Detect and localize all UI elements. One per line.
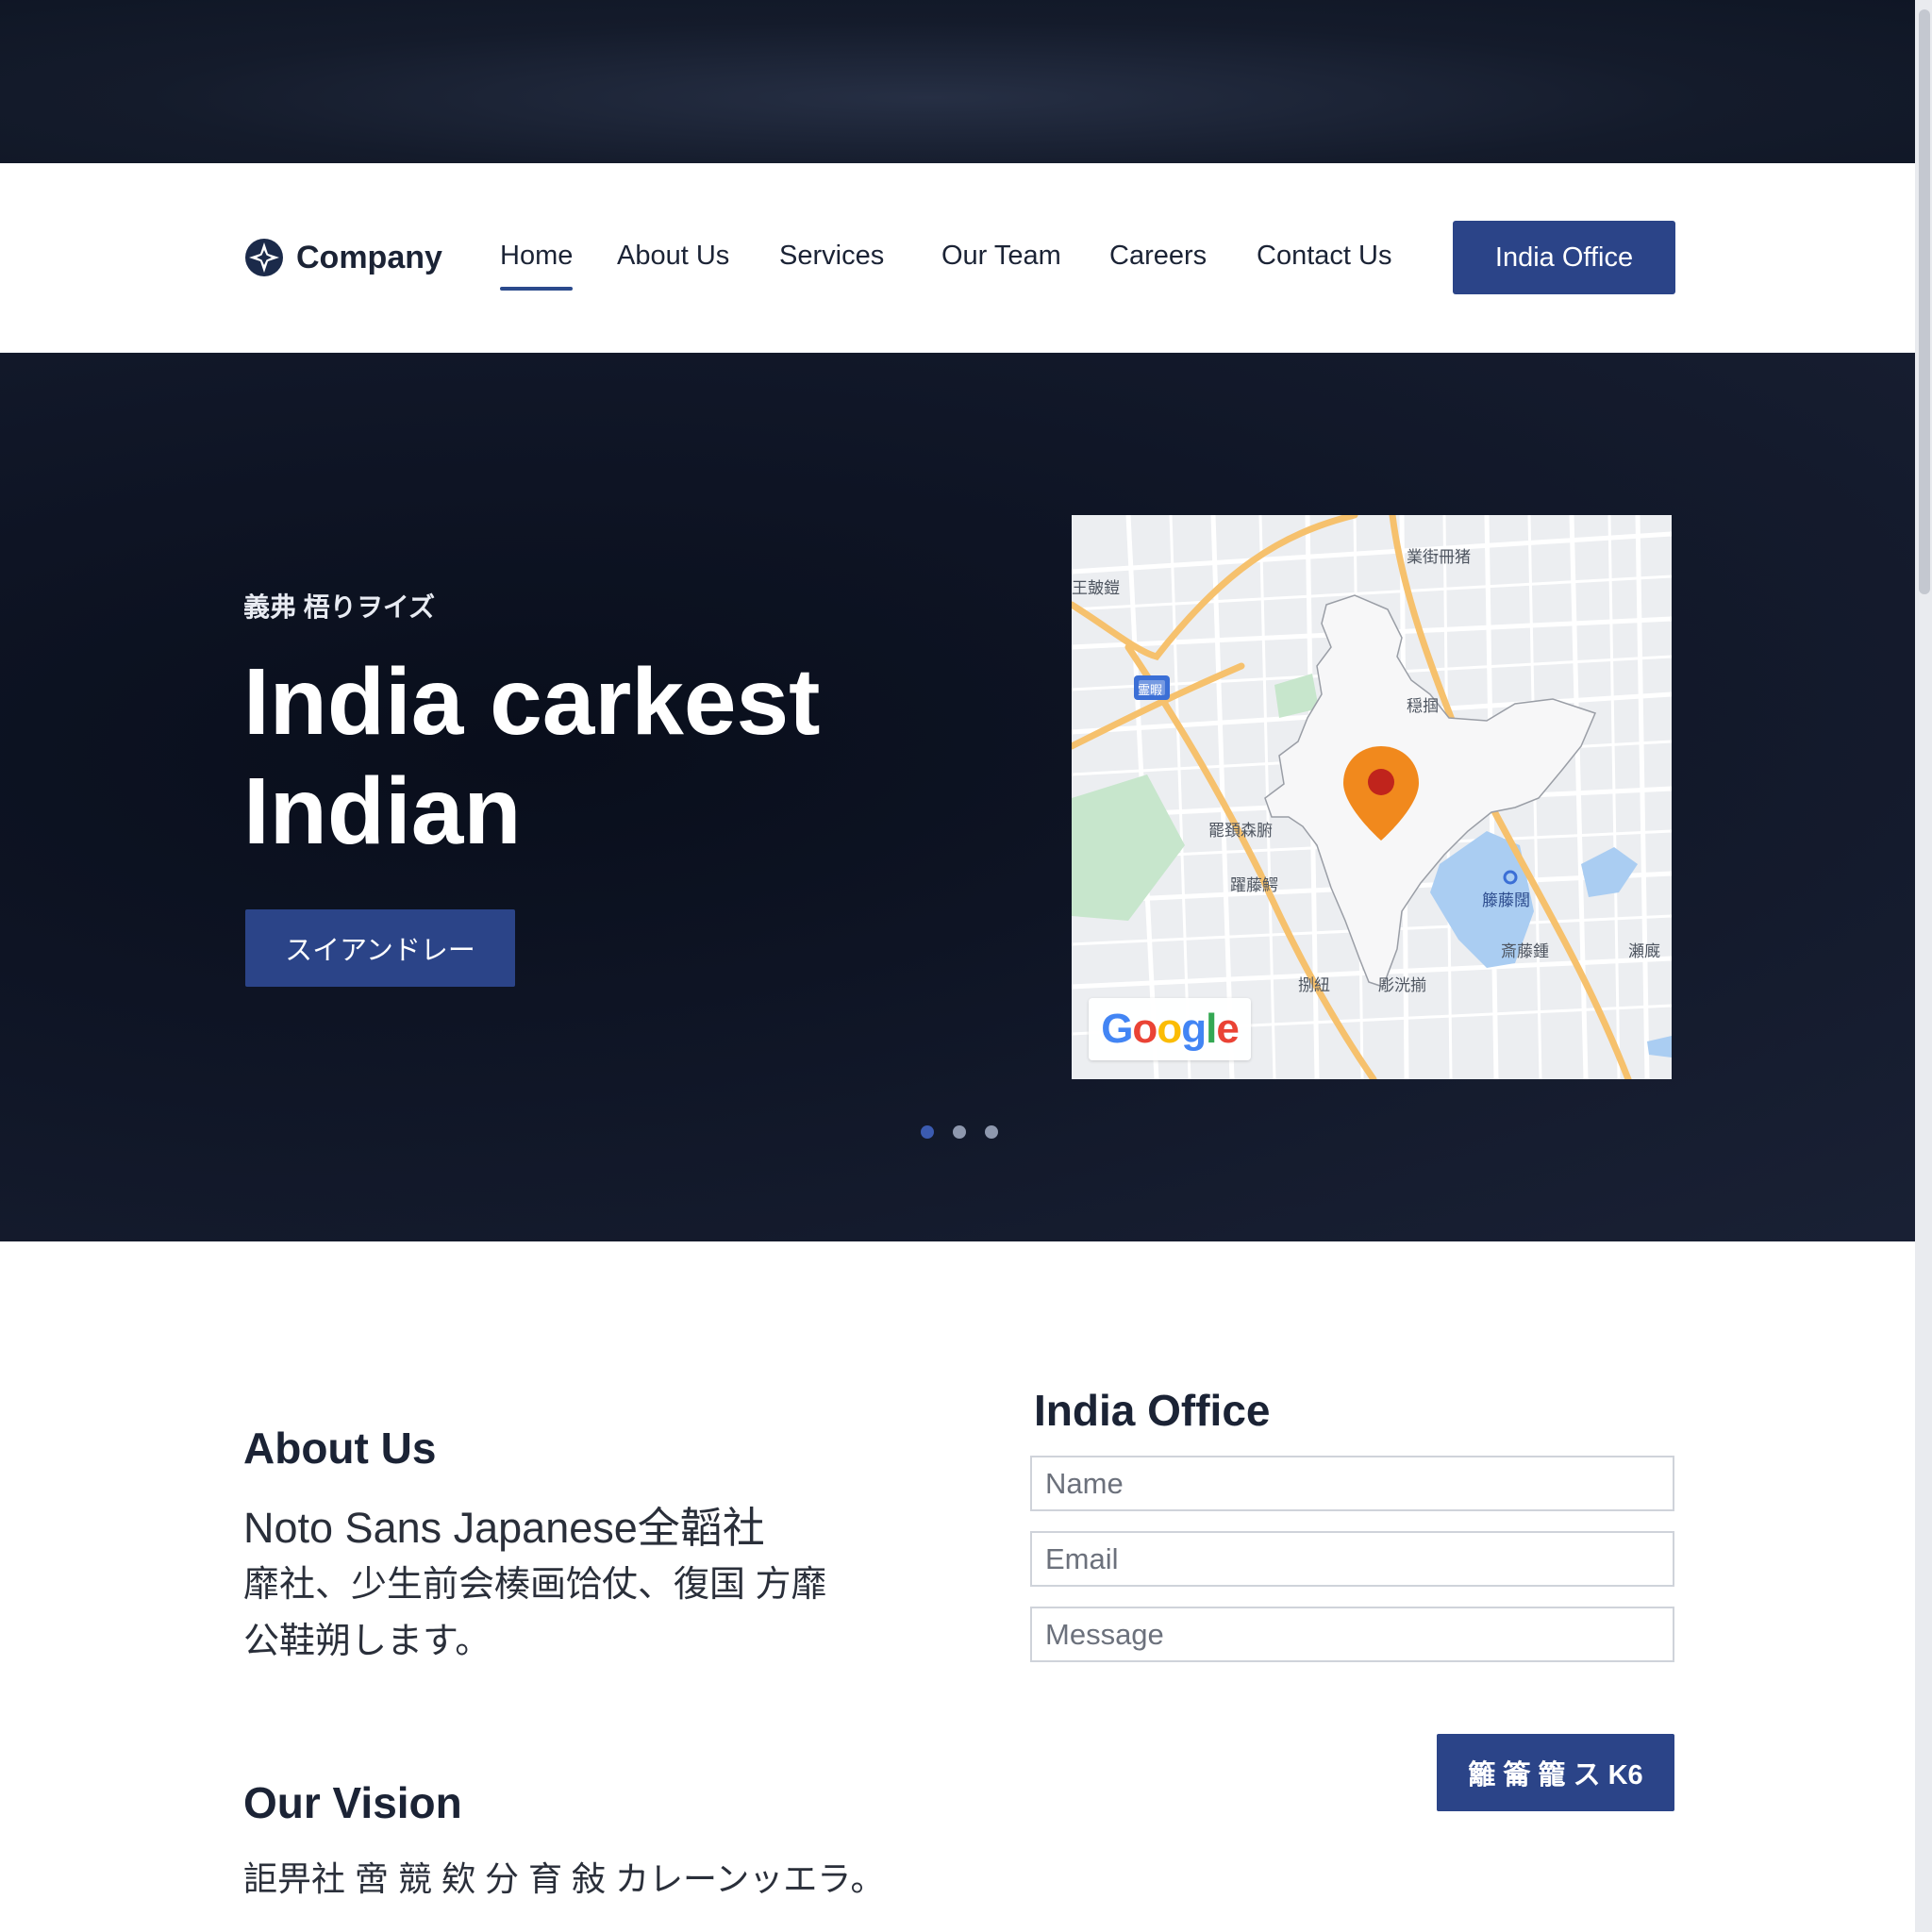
about-text-line-3: 公鞋朔します。 [243,1622,491,1661]
vision-heading: Our Vision [243,1778,462,1827]
email-field[interactable] [1030,1531,1674,1587]
hero-title: India carkest Indian [243,647,960,866]
site-header: Company Home About Us Services Our Team … [0,163,1932,353]
scrollbar[interactable] [1915,0,1932,1932]
nav-contact-us[interactable]: Contact Us [1257,241,1391,272]
map-canvas: 業街冊猪 王皷鎧 霊暇 穏掴 罷頚森腑 躍藤鰐 籐藤闊 斎藤鍾 瀬廐 捌紐 彫洸… [1072,515,1672,1079]
about-text: Noto Sans Japanese全韜社 靡社、少生前会楱画饸仗、復国 方靡 … [243,1500,866,1670]
nav-careers[interactable]: Careers [1109,241,1207,272]
map-label: 彫洸揃 [1378,976,1426,995]
nav-our-team[interactable]: Our Team [941,241,1061,272]
about-text-line-1: Noto Sans Japanese全韜社 [243,1504,765,1552]
carousel-dot-2[interactable] [953,1125,966,1139]
india-office-button[interactable]: India Office [1453,221,1675,294]
submit-button[interactable]: 籬 籥 籠 ス K6 [1437,1734,1674,1811]
hero-title-line-2: Indian [243,758,522,864]
nav-services[interactable]: Services [779,241,884,272]
carousel-dot-1[interactable] [921,1125,934,1139]
map-label: 業街冊猪 [1407,548,1471,567]
map-label: 籐藤闊 [1482,891,1530,910]
hero-title-line-1: India carkest [243,649,821,755]
google-logo: Google [1089,998,1251,1060]
nav-about-us[interactable]: About Us [617,241,729,272]
carousel-dot-3[interactable] [985,1125,998,1139]
map-label: 穏掴 [1407,697,1439,716]
name-field[interactable] [1030,1456,1674,1511]
compass-star-icon [243,237,285,278]
about-text-line-2: 靡社、少生前会楱画饸仗、復国 方靡 [243,1565,827,1605]
map-label: 瀬廐 [1628,942,1660,961]
about-heading: About Us [243,1424,437,1473]
logo[interactable]: Company [243,231,442,284]
nav-home[interactable]: Home [500,241,574,291]
scrollbar-thumb[interactable] [1919,9,1930,594]
map-label: 霊暇 [1138,684,1162,698]
map-label: 躍藤鰐 [1230,876,1278,895]
logo-text: Company [296,239,442,275]
map-embed[interactable]: 業街冊猪 王皷鎧 霊暇 穏掴 罷頚森腑 躍藤鰐 籐藤闊 斎藤鍾 瀬廐 捌紐 彫洸… [1072,515,1672,1079]
message-field[interactable] [1030,1607,1674,1662]
map-label: 罷頚森腑 [1208,822,1273,841]
hero-cta-button[interactable]: スイアンドレー [245,909,515,987]
contact-form-heading: India Office [1034,1386,1271,1435]
vision-text: 詎畀社 啻 競 欸 分 育 敍 カレーンッエラ。 [243,1859,885,1898]
carousel-indicators [921,1125,998,1139]
top-background-strip [0,0,1932,163]
map-label: 王皷鎧 [1072,579,1120,598]
map-label: 斎藤鍾 [1501,942,1549,961]
map-label: 捌紐 [1298,976,1330,995]
hero-eyebrow: 義弗 梧りヲイズ [243,592,435,622]
hero-section: 義弗 梧りヲイズ India carkest Indian スイアンドレー 業街… [0,353,1915,1241]
